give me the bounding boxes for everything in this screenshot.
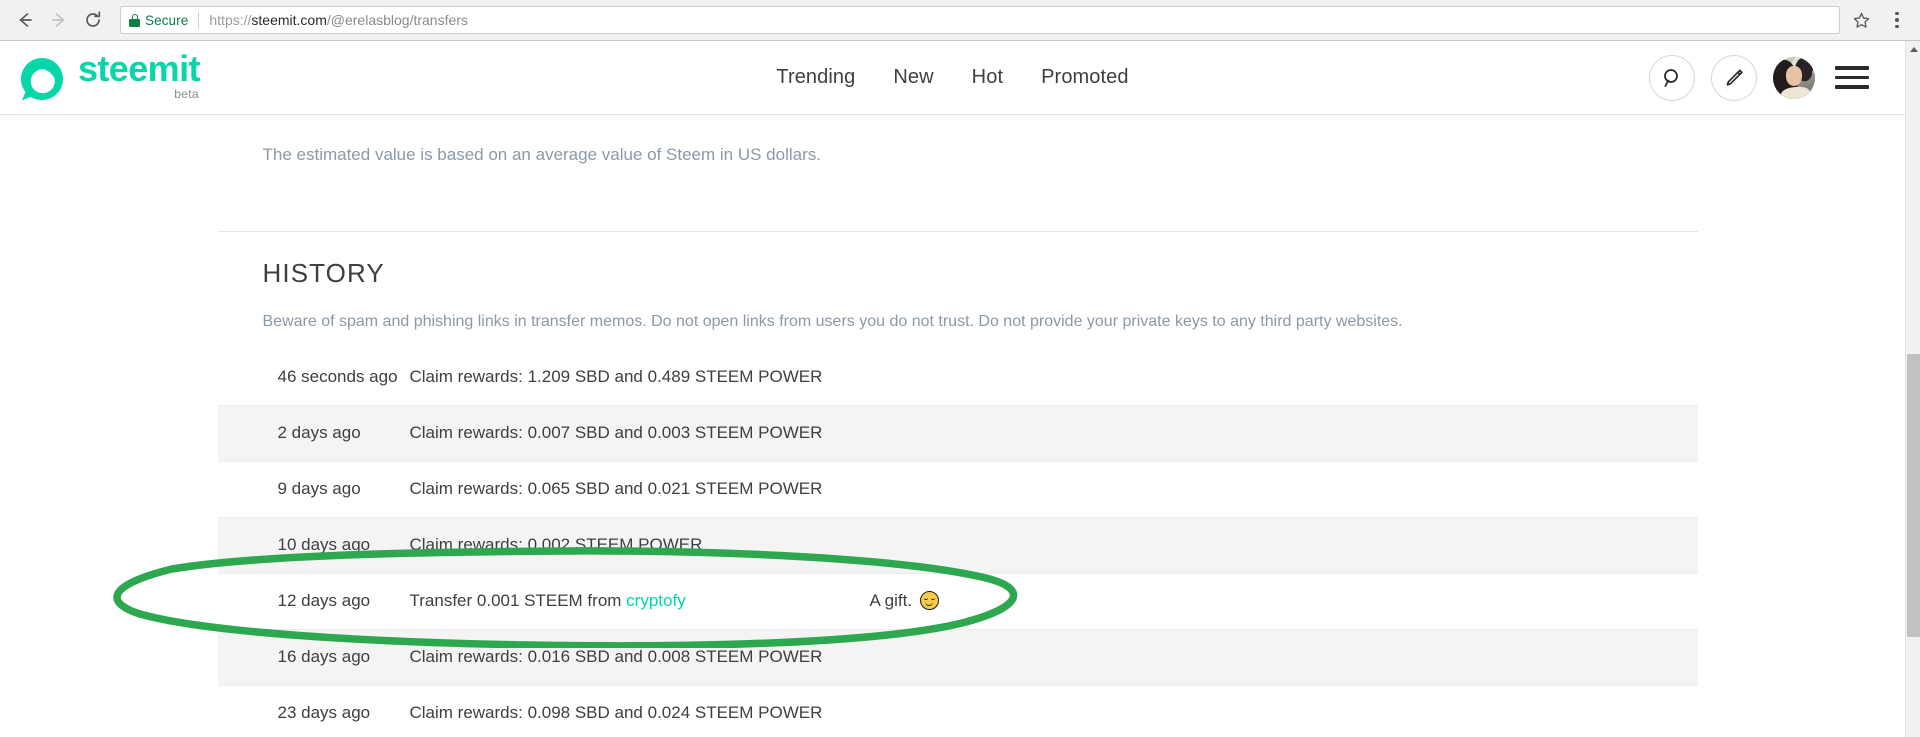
phishing-warning: Beware of spam and phishing links in tra… [262, 312, 1403, 330]
steemit-logo-link[interactable]: steemit beta [18, 48, 200, 102]
scrollbar-thumb[interactable] [1907, 354, 1920, 637]
content-container: The estimated value is based on an avera… [217, 143, 1698, 737]
table-row[interactable]: 10 days ago Claim rewards: 0.002 STEEM P… [217, 517, 1698, 574]
browser-reload-button[interactable] [76, 3, 110, 37]
search-button[interactable] [1649, 54, 1695, 101]
table-row[interactable]: 9 days ago Claim rewards: 0.065 SBD and … [217, 461, 1698, 518]
url-host: steemit.com [251, 12, 327, 28]
smiling-face-emoji [919, 591, 939, 611]
omnibox-divider [198, 11, 200, 29]
security-indicator[interactable]: Secure [129, 13, 188, 28]
compose-button[interactable] [1711, 54, 1757, 101]
page-title: HISTORY [262, 257, 385, 288]
page-scrollbar[interactable] [1905, 41, 1920, 737]
nav-item-trending[interactable]: Trending [776, 66, 855, 89]
arrow-left-icon [19, 13, 32, 27]
row-timestamp: 9 days ago [217, 461, 396, 518]
brand-wordmark: steemit [78, 48, 200, 90]
main-navigation: Trending New Hot Promoted [776, 66, 1128, 89]
section-divider [217, 230, 1698, 232]
row-description-text: Transfer 0.001 STEEM from [409, 591, 627, 611]
table-row[interactable]: 23 days ago Claim rewards: 0.098 SBD and… [217, 685, 1698, 737]
security-label: Secure [145, 12, 189, 28]
table-row[interactable]: 46 seconds ago Claim rewards: 1.209 SBD … [217, 349, 1698, 406]
header-actions [1649, 54, 1869, 101]
avatar-face [1785, 65, 1803, 86]
scroll-up-arrow-icon[interactable] [1906, 41, 1920, 58]
hamburger-bar [1835, 85, 1869, 89]
url-text: https://steemit.com/@erelasblog/transfer… [209, 12, 468, 28]
nav-item-promoted[interactable]: Promoted [1041, 66, 1129, 89]
row-timestamp: 12 days ago [217, 573, 396, 630]
browser-back-button[interactable] [8, 3, 42, 37]
reload-icon [86, 11, 101, 27]
hamburger-bar [1835, 75, 1869, 80]
arrow-right-icon [52, 13, 65, 27]
kebab-dot [1895, 11, 1899, 16]
avatar[interactable] [1773, 56, 1815, 99]
row-timestamp: 2 days ago [217, 405, 396, 462]
estimated-value-note: The estimated value is based on an avera… [262, 145, 822, 164]
hamburger-bar [1835, 66, 1869, 70]
steemit-logo-icon [21, 57, 63, 100]
row-description: Claim rewards: 0.002 STEEM POWER [395, 517, 856, 574]
row-timestamp: 46 seconds ago [217, 349, 398, 406]
kebab-dot [1895, 18, 1899, 22]
page-content: The estimated value is based on an avera… [0, 115, 1905, 737]
history-table-body: 46 seconds ago Claim rewards: 1.209 SBD … [217, 349, 1698, 737]
row-memo [855, 685, 1698, 737]
nav-item-hot[interactable]: Hot [972, 66, 1003, 89]
row-memo [855, 349, 1698, 406]
brand-beta-tag: beta [174, 86, 199, 101]
url-path: /@erelasblog/transfers [326, 12, 468, 28]
row-memo [855, 629, 1698, 686]
table-row[interactable]: 12 days ago Transfer 0.001 STEEM from cr… [217, 573, 1698, 630]
row-timestamp: 23 days ago [217, 685, 396, 737]
history-table: 46 seconds ago Claim rewards: 1.209 SBD … [217, 349, 1698, 737]
row-memo: A gift. [855, 573, 1698, 630]
row-memo-text: A gift. [869, 591, 917, 611]
lock-icon [129, 13, 140, 27]
row-timestamp: 10 days ago [217, 517, 396, 574]
hamburger-menu-icon[interactable] [1835, 66, 1869, 89]
row-description: Claim rewards: 0.065 SBD and 0.021 STEEM… [395, 461, 856, 518]
row-memo [855, 461, 1698, 518]
transfer-sender-link[interactable]: cryptofy [626, 591, 686, 610]
search-icon [1664, 68, 1678, 87]
browser-toolbar: Secure https://steemit.com/@erelasblog/t… [0, 0, 1920, 41]
row-memo [855, 405, 1698, 462]
row-description: Claim rewards: 0.016 SBD and 0.008 STEEM… [395, 629, 856, 686]
row-description: Claim rewards: 0.007 SBD and 0.003 STEEM… [395, 405, 856, 462]
row-description: Claim rewards: 0.098 SBD and 0.024 STEEM… [395, 685, 856, 737]
address-bar[interactable]: Secure https://steemit.com/@erelasblog/t… [120, 6, 1840, 34]
star-icon [1853, 12, 1869, 28]
table-row[interactable]: 16 days ago Claim rewards: 0.016 SBD and… [217, 629, 1698, 686]
nav-item-new[interactable]: New [893, 66, 933, 89]
page-viewport: steemit beta Trending New Hot Promoted T… [0, 41, 1905, 737]
row-timestamp: 16 days ago [217, 629, 396, 686]
kebab-dot [1895, 24, 1899, 29]
browser-forward-button[interactable] [42, 3, 76, 37]
browser-menu-button[interactable] [1880, 3, 1914, 37]
url-scheme: https:// [209, 12, 252, 28]
bookmark-button[interactable] [1846, 5, 1876, 35]
pencil-icon [1726, 69, 1743, 86]
row-description: Transfer 0.001 STEEM from cryptofy [395, 573, 856, 630]
table-row[interactable]: 2 days ago Claim rewards: 0.007 SBD and … [217, 405, 1698, 462]
row-memo [855, 517, 1698, 574]
row-description: Claim rewards: 1.209 SBD and 0.489 STEEM… [395, 349, 856, 406]
scroll-up-triangle [1909, 47, 1918, 52]
site-header: steemit beta Trending New Hot Promoted [0, 41, 1905, 115]
